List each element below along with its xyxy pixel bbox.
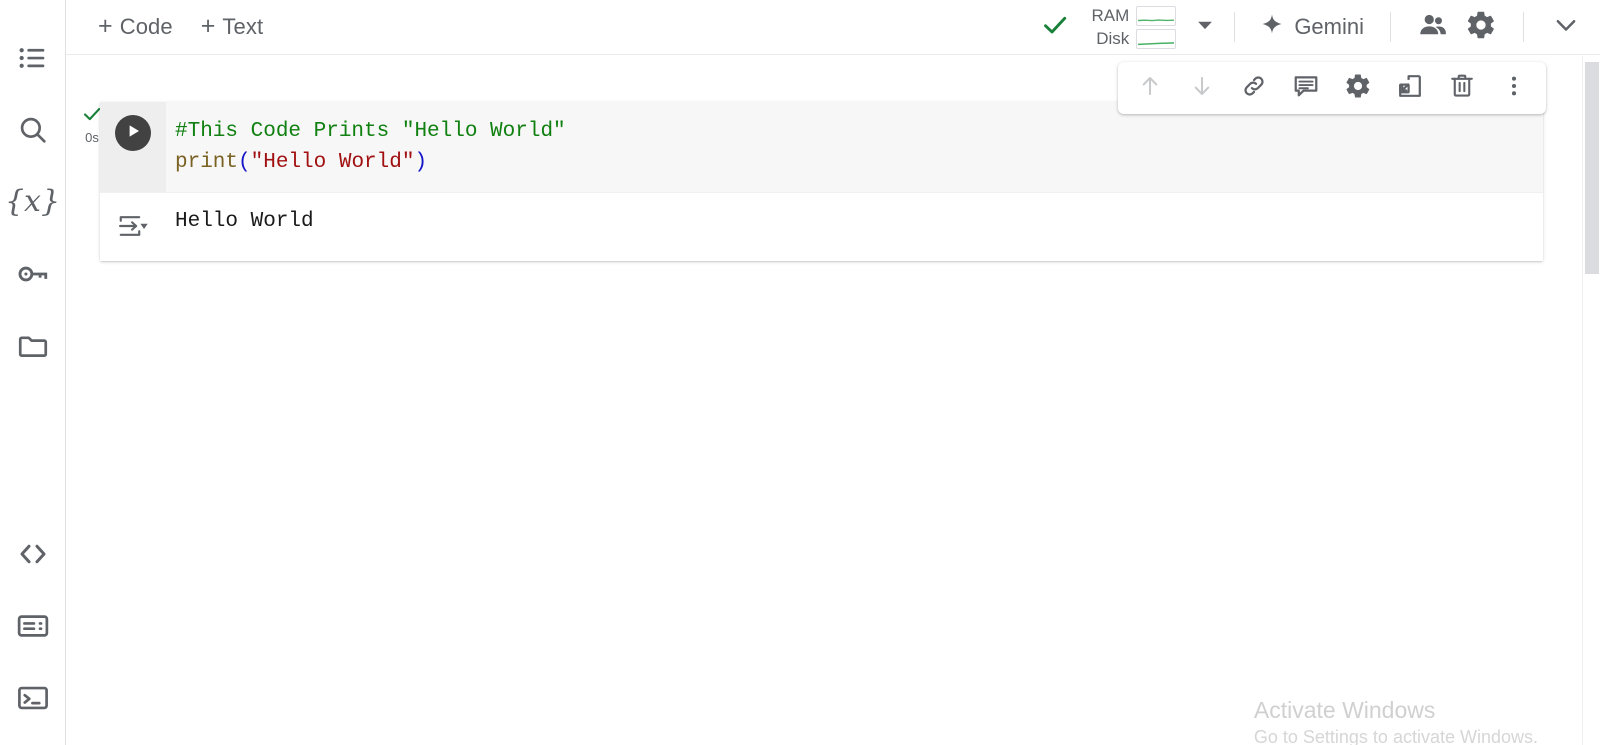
sidebar-top-group: {x} bbox=[0, 22, 65, 382]
add-code-cell-button[interactable]: + Code bbox=[88, 9, 183, 45]
settings-button[interactable] bbox=[1457, 3, 1505, 51]
share-button[interactable] bbox=[1409, 3, 1457, 51]
sidebar-item-secrets[interactable] bbox=[0, 238, 65, 310]
code-cell[interactable]: #This Code Prints "Hello World" print("He… bbox=[100, 102, 1543, 261]
ram-label: RAM bbox=[1091, 6, 1130, 25]
code-editor[interactable]: #This Code Prints "Hello World" print("He… bbox=[166, 102, 1543, 192]
code-cell-output: Hello World bbox=[100, 192, 1543, 261]
add-text-cell-button[interactable]: + Text bbox=[191, 9, 273, 45]
watermark-title: Activate Windows bbox=[1253, 697, 1436, 723]
vertical-scrollbar-track[interactable] bbox=[1582, 56, 1600, 745]
code-token-function: print bbox=[175, 151, 239, 174]
more-vert-icon bbox=[1501, 73, 1527, 104]
mirror-cell-icon bbox=[1396, 72, 1424, 105]
search-icon bbox=[16, 113, 50, 147]
disk-label: Disk bbox=[1096, 29, 1130, 48]
arrow-down-icon bbox=[1189, 73, 1215, 104]
notebook-scroll-area[interactable]: 0s #This Code Prints "Hello World" print(… bbox=[66, 55, 1600, 745]
cell-action-toolbar bbox=[1118, 62, 1546, 114]
sparkle-icon bbox=[1261, 13, 1283, 41]
code-cell-input[interactable]: #This Code Prints "Hello World" print("He… bbox=[100, 102, 1543, 192]
gear-icon bbox=[1465, 9, 1497, 46]
add-text-cell-label: Text bbox=[222, 14, 264, 39]
sidebar-item-table-of-contents[interactable] bbox=[0, 22, 65, 94]
copy-cell-link-button[interactable] bbox=[1228, 65, 1280, 111]
run-cell-button[interactable] bbox=[115, 115, 151, 151]
command-palette-icon bbox=[16, 609, 50, 643]
output-toggle-gutter bbox=[100, 207, 166, 245]
sidebar-item-files[interactable] bbox=[0, 310, 65, 382]
people-icon bbox=[1418, 10, 1448, 45]
cell-settings-button[interactable] bbox=[1332, 65, 1384, 111]
delete-cell-button[interactable] bbox=[1436, 65, 1488, 111]
chevron-down-icon bbox=[1551, 10, 1581, 45]
code-token-paren-close: ) bbox=[414, 151, 428, 174]
sidebar-item-find-and-replace[interactable] bbox=[0, 94, 65, 166]
play-icon bbox=[124, 122, 142, 145]
vertical-scrollbar-thumb[interactable] bbox=[1585, 62, 1599, 274]
notebook-toolbar: + Code + Text RAM Disk Gemini bbox=[66, 0, 1600, 55]
more-cell-actions-button[interactable] bbox=[1488, 65, 1540, 111]
code-brackets-icon bbox=[16, 537, 50, 571]
variables-icon: {x} bbox=[4, 184, 61, 219]
key-icon bbox=[16, 257, 50, 291]
ram-meter-row: RAM bbox=[1087, 5, 1177, 26]
code-token-string: "Hello World" bbox=[250, 151, 415, 174]
sidebar-item-command-palette[interactable] bbox=[0, 590, 65, 662]
left-sidebar-rail: {x} bbox=[0, 0, 66, 745]
run-button-gutter bbox=[100, 102, 166, 192]
toolbar-right-group: RAM Disk Gemini bbox=[1035, 0, 1590, 54]
add-comment-button[interactable] bbox=[1280, 65, 1332, 111]
code-line: #This Code Prints "Hello World" bbox=[175, 116, 1543, 147]
output-stdout-text: Hello World bbox=[175, 210, 314, 233]
add-cell-group: + Code + Text bbox=[88, 0, 273, 54]
mirror-cell-in-tab-button[interactable] bbox=[1384, 65, 1436, 111]
plus-icon: + bbox=[98, 11, 113, 40]
list-icon bbox=[16, 41, 50, 75]
terminal-icon bbox=[16, 681, 50, 715]
sidebar-item-terminal[interactable] bbox=[0, 662, 65, 734]
move-cell-up-button[interactable] bbox=[1124, 65, 1176, 111]
watermark-subtitle: Go to Settings to activate Windows. bbox=[1253, 727, 1538, 745]
toolbar-divider bbox=[1523, 12, 1524, 42]
check-icon bbox=[1040, 10, 1070, 45]
sidebar-item-code-snippets[interactable] bbox=[0, 518, 65, 590]
gemini-button[interactable]: Gemini bbox=[1253, 7, 1372, 47]
caret-down-icon bbox=[1194, 14, 1216, 41]
ram-sparkline bbox=[1136, 5, 1177, 26]
colab-notebook-app: {x} + Code + Text RAM Disk Gemini 0s #Th… bbox=[0, 0, 1600, 745]
arrow-up-icon bbox=[1137, 73, 1163, 104]
folder-icon bbox=[16, 329, 50, 363]
trash-icon bbox=[1448, 72, 1476, 105]
show-output-icon[interactable] bbox=[116, 212, 150, 245]
runtime-connected-status[interactable] bbox=[1035, 10, 1075, 45]
windows-activation-watermark: Activate Windows Go to Settings to activ… bbox=[1254, 695, 1538, 745]
code-line: print("Hello World") bbox=[175, 147, 1543, 178]
code-token-comment: #This Code Prints "Hello World" bbox=[175, 120, 566, 143]
toolbar-divider bbox=[1234, 12, 1236, 42]
disk-sparkline bbox=[1136, 28, 1177, 49]
resource-usage-meters[interactable]: RAM Disk bbox=[1087, 5, 1177, 49]
sidebar-item-variables[interactable]: {x} bbox=[0, 166, 65, 238]
gemini-label: Gemini bbox=[1294, 14, 1364, 39]
collapse-toolbar-button[interactable] bbox=[1542, 3, 1590, 51]
comment-icon bbox=[1292, 72, 1320, 105]
add-code-cell-label: Code bbox=[119, 14, 173, 39]
sidebar-bottom-group bbox=[0, 518, 65, 734]
plus-icon: + bbox=[200, 11, 216, 40]
toolbar-divider bbox=[1390, 12, 1391, 42]
link-icon bbox=[1240, 72, 1268, 105]
disk-meter-row: Disk bbox=[1087, 28, 1177, 49]
runtime-options-dropdown[interactable] bbox=[1194, 14, 1216, 41]
code-token-paren-open: ( bbox=[238, 151, 251, 174]
move-cell-down-button[interactable] bbox=[1176, 65, 1228, 111]
gear-icon bbox=[1344, 72, 1372, 105]
